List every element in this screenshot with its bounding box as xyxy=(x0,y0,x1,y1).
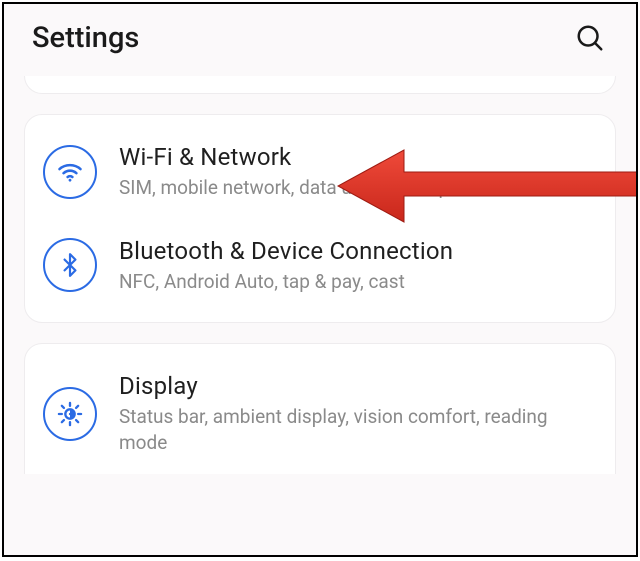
row-text: Display Status bar, ambient display, vis… xyxy=(119,372,591,455)
settings-card-connectivity: Wi-Fi & Network SIM, mobile network, dat… xyxy=(24,114,616,323)
search-button[interactable] xyxy=(570,18,610,58)
row-text: Wi-Fi & Network SIM, mobile network, dat… xyxy=(119,143,466,201)
row-subtitle: Status bar, ambient display, vision comf… xyxy=(119,404,591,455)
row-title: Display xyxy=(119,372,591,400)
row-title: Bluetooth & Device Connection xyxy=(119,237,453,265)
icon-ring xyxy=(43,238,97,292)
search-icon xyxy=(575,23,605,53)
icon-ring xyxy=(43,387,97,441)
header-bar: Settings xyxy=(4,4,636,76)
previous-card-edge xyxy=(24,76,616,94)
bluetooth-icon xyxy=(57,252,83,278)
row-subtitle: SIM, mobile network, data usage, hotspot xyxy=(119,175,466,201)
settings-row-wifi-network[interactable]: Wi-Fi & Network SIM, mobile network, dat… xyxy=(25,125,615,219)
settings-card-display: Display Status bar, ambient display, vis… xyxy=(24,343,616,473)
row-subtitle: NFC, Android Auto, tap & pay, cast xyxy=(119,269,453,295)
wifi-icon xyxy=(56,158,84,186)
page-title: Settings xyxy=(32,21,139,55)
icon-ring xyxy=(43,145,97,199)
settings-row-display[interactable]: Display Status bar, ambient display, vis… xyxy=(25,354,615,473)
brightness-icon xyxy=(56,400,84,428)
row-text: Bluetooth & Device Connection NFC, Andro… xyxy=(119,237,453,295)
settings-row-bluetooth-device[interactable]: Bluetooth & Device Connection NFC, Andro… xyxy=(25,219,615,313)
settings-screen: Settings Wi-Fi & Network SIM, mobile net… xyxy=(2,2,638,557)
row-title: Wi-Fi & Network xyxy=(119,143,466,171)
